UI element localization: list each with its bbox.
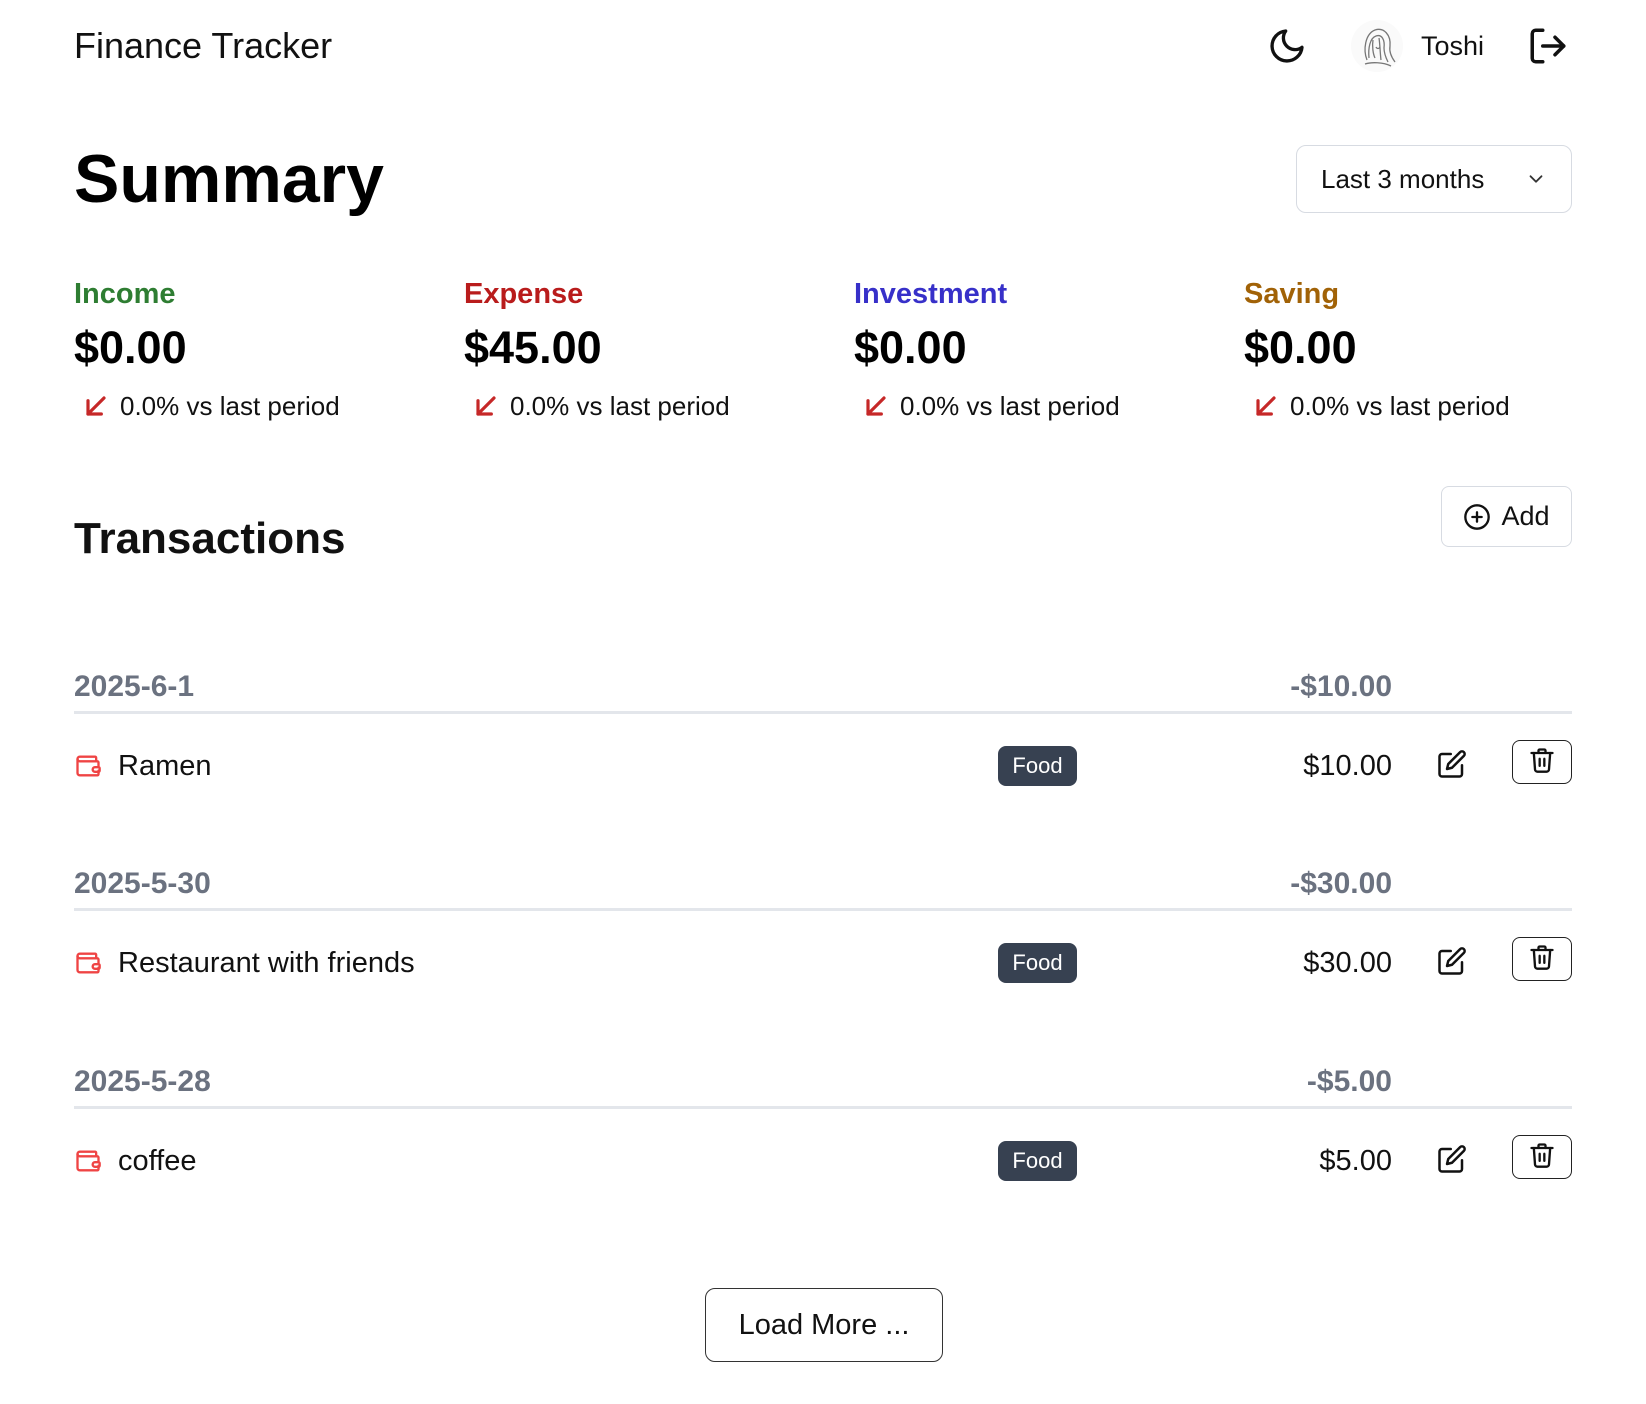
trash-icon — [1528, 746, 1556, 779]
stat-change: 0.0% vs last period — [854, 390, 1234, 422]
category-badge: Food — [998, 943, 1077, 983]
stat-card-saving: Saving $0.00 0.0% vs last period — [1244, 272, 1624, 422]
edit-icon — [1437, 1144, 1467, 1179]
transaction-name: Ramen — [118, 750, 212, 782]
edit-icon — [1437, 946, 1467, 981]
stat-change: 0.0% vs last period — [74, 390, 454, 422]
period-select[interactable]: Last 3 months — [1296, 145, 1572, 213]
stat-change-text: 0.0% vs last period — [1290, 390, 1510, 421]
logout-icon — [1530, 28, 1566, 64]
delete-button[interactable] — [1512, 1135, 1572, 1179]
stat-value: $0.00 — [1244, 322, 1357, 373]
summary-header: Summary Last 3 months — [74, 138, 1572, 220]
arrow-down-left-icon — [860, 390, 892, 422]
transaction-amount: $30.00 — [1303, 947, 1392, 979]
stat-change-text: 0.0% vs last period — [510, 390, 730, 421]
logout-button[interactable] — [1524, 22, 1572, 70]
transaction-amount: $5.00 — [1319, 1145, 1392, 1177]
theme-toggle-button[interactable] — [1263, 22, 1311, 70]
top-bar: Finance Tracker Toshi — [74, 0, 1572, 92]
plus-circle-icon — [1463, 503, 1491, 531]
transaction-group: 2025-6-1 -$10.00 Ramen Food $10.00 — [74, 666, 1572, 826]
stat-value: $45.00 — [464, 322, 602, 373]
group-total: -$30.00 — [1290, 867, 1392, 900]
stat-change-text: 0.0% vs last period — [900, 390, 1120, 421]
stat-label: Investment — [854, 278, 1008, 310]
transaction-name: Restaurant with friends — [118, 947, 415, 979]
app-title: Finance Tracker — [74, 25, 333, 66]
group-date: 2025-5-30 — [74, 867, 211, 900]
group-header: 2025-5-28 -$5.00 — [74, 1061, 1572, 1109]
stat-label: Expense — [464, 278, 584, 310]
transactions-header: Transactions Add — [74, 486, 1572, 574]
stat-card-investment: Investment $0.00 0.0% vs last period — [854, 272, 1234, 422]
group-date: 2025-6-1 — [74, 670, 195, 703]
delete-button[interactable] — [1512, 740, 1572, 784]
stat-label: Saving — [1244, 278, 1340, 310]
stat-label: Income — [74, 278, 176, 310]
header-actions: Toshi — [1263, 20, 1572, 72]
edit-button[interactable] — [1430, 941, 1474, 985]
transaction-name: coffee — [118, 1145, 197, 1177]
transaction-amount: $10.00 — [1303, 750, 1392, 782]
moon-icon — [1270, 29, 1304, 63]
stat-value: $0.00 — [74, 322, 187, 373]
group-header: 2025-5-30 -$30.00 — [74, 863, 1572, 911]
category-badge: Food — [998, 746, 1077, 786]
period-select-value: Last 3 months — [1321, 163, 1485, 194]
group-header: 2025-6-1 -$10.00 — [74, 666, 1572, 714]
category-badge: Food — [998, 1141, 1077, 1181]
stat-value: $0.00 — [854, 322, 967, 373]
transaction-group: 2025-5-30 -$30.00 Restaurant with friend… — [74, 863, 1572, 1023]
transaction-row: Restaurant with friends Food $30.00 — [74, 937, 1572, 989]
user-name: Toshi — [1420, 30, 1484, 61]
wallet-icon — [74, 1147, 102, 1175]
edit-button[interactable] — [1430, 744, 1474, 788]
stat-change: 0.0% vs last period — [1244, 390, 1624, 422]
section-title: Transactions — [74, 514, 346, 563]
add-transaction-button[interactable]: Add — [1441, 486, 1572, 547]
arrow-down-left-icon — [470, 390, 502, 422]
arrow-down-left-icon — [80, 390, 112, 422]
stat-card-expense: Expense $45.00 0.0% vs last period — [464, 272, 844, 422]
add-button-label: Add — [1501, 501, 1550, 531]
page-title: Summary — [74, 141, 384, 217]
transaction-group: 2025-5-28 -$5.00 coffee Food $5.00 — [74, 1061, 1572, 1221]
load-more-button[interactable]: Load More ... — [705, 1288, 943, 1362]
user-menu[interactable]: Toshi — [1350, 20, 1484, 72]
group-date: 2025-5-28 — [74, 1065, 211, 1098]
stat-card-income: Income $0.00 0.0% vs last period — [74, 272, 454, 422]
edit-icon — [1437, 749, 1467, 784]
stat-change-text: 0.0% vs last period — [120, 390, 340, 421]
group-total: -$5.00 — [1306, 1065, 1392, 1098]
transaction-row: coffee Food $5.00 — [74, 1135, 1572, 1187]
summary-stats: Income $0.00 0.0% vs last period Expense… — [74, 272, 1634, 432]
trash-icon — [1528, 943, 1556, 976]
chevron-down-icon — [1525, 168, 1547, 190]
wallet-icon — [74, 949, 102, 977]
group-total: -$10.00 — [1290, 670, 1392, 703]
trash-icon — [1528, 1141, 1556, 1174]
transaction-row: Ramen Food $10.00 — [74, 740, 1572, 792]
delete-button[interactable] — [1512, 937, 1572, 981]
arrow-down-left-icon — [1250, 390, 1282, 422]
edit-button[interactable] — [1430, 1139, 1474, 1183]
stat-change: 0.0% vs last period — [464, 390, 844, 422]
wallet-icon — [74, 752, 102, 780]
avatar — [1350, 20, 1403, 72]
